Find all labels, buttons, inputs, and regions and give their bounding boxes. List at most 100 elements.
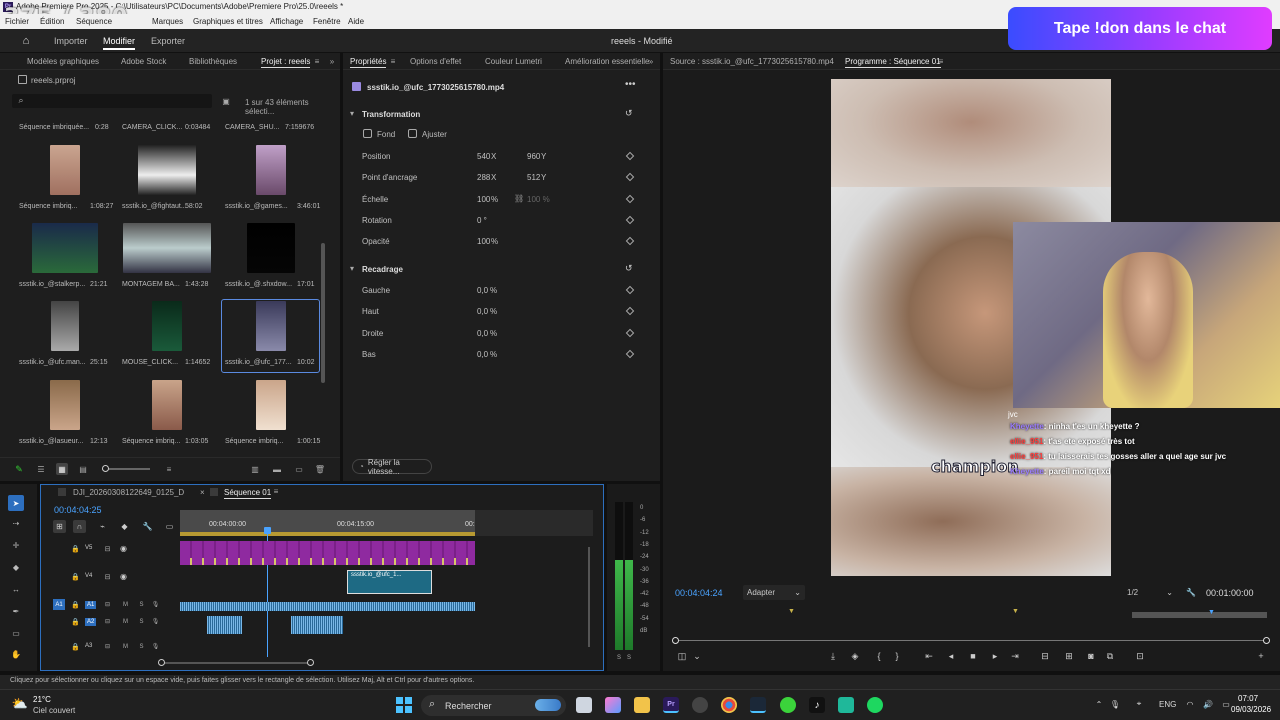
list-view-icon[interactable]: ☰ bbox=[36, 464, 46, 474]
menu-fichier[interactable]: Fichier bbox=[5, 17, 29, 26]
spotify-icon[interactable] bbox=[867, 697, 883, 713]
track-name[interactable]: A3 bbox=[85, 643, 92, 649]
trash-icon[interactable]: 🗑 bbox=[315, 464, 325, 474]
keyframe-icon[interactable] bbox=[625, 306, 635, 316]
copilot-icon[interactable] bbox=[605, 697, 621, 713]
program-timecode[interactable]: 00:04:04:24 bbox=[675, 588, 723, 598]
task-view-icon[interactable] bbox=[576, 697, 592, 713]
scale-value[interactable]: 100 bbox=[477, 195, 490, 204]
timeline-ruler[interactable]: 00:04:00:00 00:04:15:00 00:04:30:00 bbox=[180, 510, 502, 536]
collapse-icon[interactable]: ▾ bbox=[350, 109, 354, 118]
ripple-edit-icon[interactable]: ✛ bbox=[10, 539, 22, 551]
timeline-timecode[interactable]: 00:04:04:25 bbox=[54, 505, 102, 515]
language-indicator[interactable]: ENG bbox=[1159, 700, 1176, 709]
solo-button[interactable]: S bbox=[137, 600, 146, 609]
file-explorer-icon[interactable] bbox=[634, 697, 650, 713]
mark-in-icon[interactable]: { bbox=[873, 650, 885, 662]
chevron-down-icon[interactable]: ⌄ bbox=[691, 650, 703, 662]
solo-button[interactable]: S bbox=[137, 617, 146, 626]
slip-icon[interactable]: ↔ bbox=[10, 583, 22, 595]
clock-date[interactable]: 09/03/2026 bbox=[1231, 705, 1271, 714]
step-back-icon[interactable]: ◂ bbox=[945, 650, 957, 662]
project-item-label[interactable]: ssstik.io_@ufc.man... bbox=[19, 359, 86, 366]
fit-dropdown[interactable]: Adapter ⌄ bbox=[743, 585, 805, 600]
new-bin-icon[interactable]: ▣ bbox=[221, 96, 231, 106]
ajuster-icon[interactable] bbox=[408, 129, 417, 138]
freeform-view-icon[interactable]: ▤ bbox=[78, 464, 88, 474]
add-marker-icon[interactable]: ◆ bbox=[118, 520, 131, 533]
tab-proprietes[interactable]: Propriétés bbox=[350, 57, 387, 68]
crop-left-value[interactable]: 0,0 bbox=[477, 286, 488, 295]
tab-couleur-lumetri[interactable]: Couleur Lumetri bbox=[485, 57, 542, 66]
tab-dji-sequence[interactable]: DJI_20260308122649_0125_D bbox=[73, 488, 184, 497]
go-to-out-icon[interactable]: ⇥ bbox=[1009, 650, 1021, 662]
mute-button[interactable]: M bbox=[121, 617, 130, 626]
lock-icon[interactable]: 🔒 bbox=[71, 544, 80, 553]
crop-bottom-value[interactable]: 0,0 bbox=[477, 350, 488, 359]
a2-audio-clip[interactable] bbox=[207, 616, 242, 634]
volume-icon[interactable]: 🔊 bbox=[1203, 699, 1213, 709]
chevron-up-icon[interactable]: ⌃ bbox=[1094, 699, 1104, 709]
chevron-right-icon[interactable]: » bbox=[328, 56, 336, 66]
clock-time[interactable]: 07:07 bbox=[1238, 694, 1258, 703]
project-item-thumbnail[interactable] bbox=[256, 145, 286, 195]
menu-sequence[interactable]: Séquence bbox=[76, 17, 112, 26]
panel-menu-icon[interactable]: ≡ bbox=[937, 56, 945, 66]
tab-importer[interactable]: Importer bbox=[54, 36, 88, 46]
steam-icon[interactable] bbox=[750, 697, 766, 713]
linked-selection-icon[interactable]: ⌁ bbox=[96, 520, 109, 533]
tab-sequence-01[interactable]: Séquence 01 bbox=[224, 488, 272, 499]
voiceover-icon[interactable]: 🎙 bbox=[151, 617, 160, 626]
track-select-icon[interactable]: ⇢ bbox=[10, 517, 22, 529]
collapse-icon[interactable]: ▾ bbox=[350, 264, 354, 273]
project-item-label[interactable]: CAMERA_CLICK... bbox=[122, 124, 182, 131]
project-item-thumbnail[interactable] bbox=[138, 145, 196, 195]
solo-left[interactable]: S bbox=[617, 655, 621, 661]
position-y-value[interactable]: 960 bbox=[527, 152, 540, 161]
track-name[interactable]: V4 bbox=[85, 573, 92, 579]
speed-button[interactable]: ◔ Régler la vitesse... bbox=[352, 458, 432, 476]
stop-icon[interactable]: ■ bbox=[967, 650, 979, 662]
a2-audio-clip[interactable] bbox=[291, 616, 343, 634]
chrome-icon[interactable] bbox=[721, 697, 737, 713]
v5-clip[interactable] bbox=[180, 541, 475, 565]
eye-icon[interactable]: ◉ bbox=[119, 572, 128, 581]
position-x-value[interactable]: 540 bbox=[477, 152, 490, 161]
app-green-icon[interactable] bbox=[780, 697, 796, 713]
compare-icon[interactable]: ⧉ bbox=[1104, 650, 1116, 662]
lock-icon[interactable]: 🔒 bbox=[71, 600, 80, 609]
tab-modifier[interactable]: Modifier bbox=[103, 36, 136, 50]
solo-right[interactable]: S bbox=[627, 655, 631, 661]
solo-button[interactable]: S bbox=[137, 642, 146, 651]
add-button-icon[interactable]: + bbox=[1255, 650, 1267, 662]
project-item-label[interactable]: Séquence imbriq... bbox=[122, 438, 180, 445]
microphone-icon[interactable]: 🎙 bbox=[1110, 699, 1120, 709]
project-item-label[interactable]: ssstik.io_@.shxdow... bbox=[225, 281, 292, 288]
crop-right-value[interactable]: 0,0 bbox=[477, 329, 488, 338]
project-item-label[interactable]: Séquence imbriq... bbox=[225, 438, 283, 445]
voiceover-icon[interactable]: 🎙 bbox=[151, 642, 160, 651]
menu-affichage[interactable]: Affichage bbox=[270, 17, 303, 26]
keyframe-icon[interactable] bbox=[625, 285, 635, 295]
panel-menu-icon[interactable]: ≡ bbox=[313, 56, 321, 66]
work-area-bar[interactable] bbox=[180, 532, 475, 536]
timeline-v-scrollbar[interactable] bbox=[588, 547, 590, 647]
location-icon[interactable]: ⌖ bbox=[1134, 699, 1144, 709]
keyframe-icon[interactable] bbox=[625, 349, 635, 359]
extract-icon[interactable]: ⤓ bbox=[827, 650, 839, 662]
reset-crop-icon[interactable]: ↺ bbox=[625, 263, 633, 274]
timeline-settings-icon[interactable]: 🔧 bbox=[141, 520, 154, 533]
project-item-label[interactable]: ssstik.io_@stalkerp... bbox=[19, 281, 85, 288]
obs-icon[interactable] bbox=[692, 697, 708, 713]
snap-icon[interactable]: ∩ bbox=[73, 520, 86, 533]
razor-icon[interactable]: ◆ bbox=[10, 561, 22, 573]
pencil-icon[interactable]: ✎ bbox=[14, 464, 24, 474]
project-item-label[interactable]: Séquence imbriq... bbox=[19, 203, 77, 210]
project-item-thumbnail[interactable] bbox=[50, 380, 80, 430]
project-item-label[interactable]: MOUSE_CLICK... bbox=[122, 359, 178, 366]
rotation-value[interactable]: 0 ° bbox=[477, 216, 487, 225]
mark-out-icon[interactable]: } bbox=[891, 650, 903, 662]
anchor-x-value[interactable]: 288 bbox=[477, 173, 490, 182]
anchor-y-value[interactable]: 512 bbox=[527, 173, 540, 182]
voiceover-icon[interactable]: 🎙 bbox=[151, 600, 160, 609]
